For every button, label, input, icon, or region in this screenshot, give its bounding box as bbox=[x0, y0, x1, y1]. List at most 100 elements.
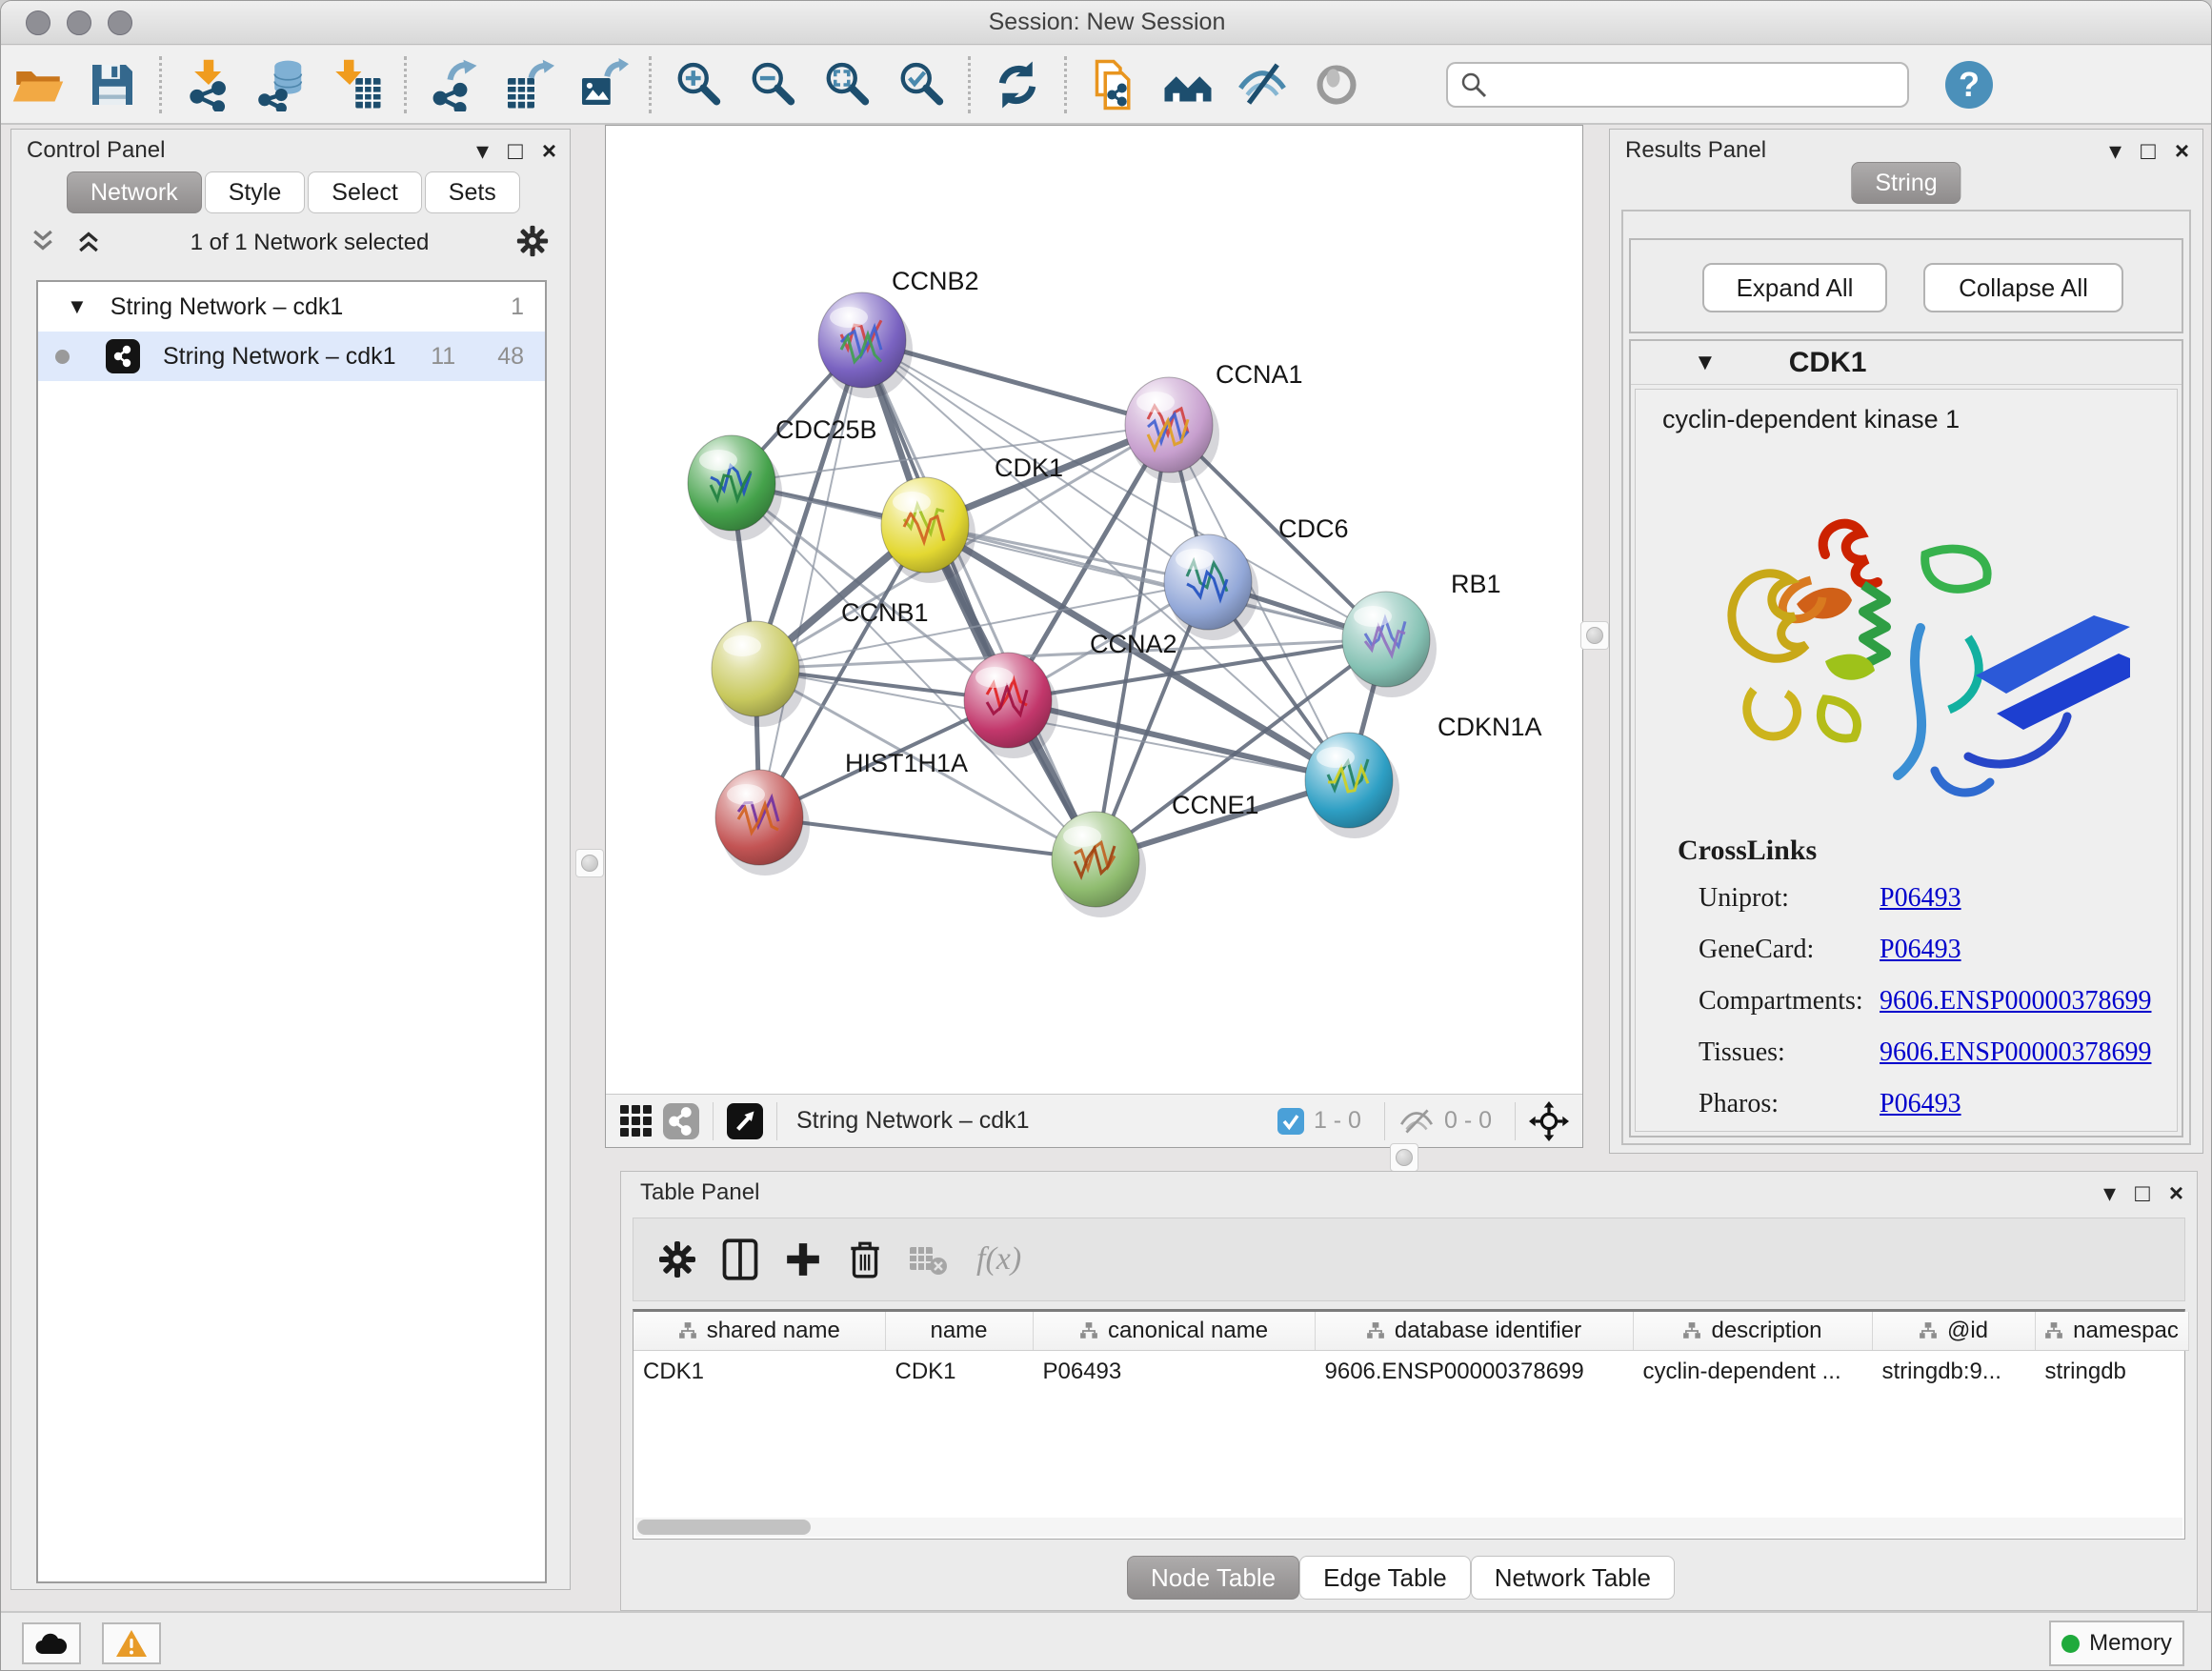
scrollbar-thumb[interactable] bbox=[637, 1520, 811, 1535]
collapse-all-button[interactable]: Collapse All bbox=[1923, 263, 2123, 312]
network-row-selected[interactable]: String Network – cdk1 11 48 bbox=[38, 332, 545, 381]
network-edge[interactable] bbox=[759, 340, 862, 817]
zoom-out-button[interactable] bbox=[741, 53, 804, 116]
tab-sets[interactable]: Sets bbox=[425, 171, 520, 213]
pan-crosshair-icon[interactable] bbox=[1529, 1101, 1569, 1141]
column-header-description[interactable]: description bbox=[1633, 1312, 1872, 1350]
gene-collapse-icon[interactable]: ▼ bbox=[1694, 350, 1717, 376]
import-table-button[interactable] bbox=[326, 53, 389, 116]
cell-description[interactable]: cyclin-dependent ... bbox=[1633, 1350, 1872, 1394]
column-header-name[interactable]: name bbox=[885, 1312, 1033, 1350]
panel-close-icon[interactable]: × bbox=[2175, 138, 2189, 163]
column-header-canonical-name[interactable]: canonical name bbox=[1033, 1312, 1315, 1350]
collapse-all-networks-icon[interactable] bbox=[29, 227, 57, 260]
network-node-ccna2[interactable] bbox=[964, 653, 1052, 748]
network-collection-row[interactable]: ▼ String Network – cdk1 1 bbox=[38, 282, 545, 332]
horizontal-scrollbar[interactable] bbox=[635, 1518, 2182, 1537]
network-edge[interactable] bbox=[759, 817, 1096, 859]
show-panels-button[interactable] bbox=[1305, 53, 1368, 116]
expand-all-button[interactable]: Expand All bbox=[1702, 263, 1887, 312]
open-session-button[interactable] bbox=[7, 53, 70, 116]
cell-database-identifier[interactable]: 9606.ENSP00000378699 bbox=[1315, 1350, 1633, 1394]
cell-id[interactable]: stringdb:9... bbox=[1872, 1350, 2035, 1394]
network-node-ccnb1[interactable] bbox=[712, 621, 799, 716]
cell-shared-name[interactable]: CDK1 bbox=[633, 1350, 885, 1394]
left-splitter-handle[interactable] bbox=[575, 849, 604, 877]
column-header-shared-name[interactable]: shared name bbox=[633, 1312, 885, 1350]
search-input[interactable] bbox=[1488, 70, 1896, 99]
delete-column-icon[interactable] bbox=[847, 1238, 883, 1280]
help-button[interactable]: ? bbox=[1945, 61, 1993, 109]
collection-expand-icon[interactable]: ▼ bbox=[67, 294, 88, 319]
export-image-button[interactable] bbox=[571, 53, 633, 116]
cell-canonical-name[interactable]: P06493 bbox=[1033, 1350, 1315, 1394]
network-node-cdkn1a[interactable] bbox=[1305, 733, 1393, 828]
panel-maximize-icon[interactable]: □ bbox=[2135, 1180, 2150, 1205]
refresh-button[interactable] bbox=[986, 53, 1049, 116]
show-columns-icon[interactable] bbox=[721, 1238, 759, 1280]
title-bar: Session: New Session bbox=[1, 1, 2212, 45]
panel-float-icon[interactable]: ▾ bbox=[476, 138, 489, 163]
node-label-ccne1: CCNE1 bbox=[1172, 791, 1259, 819]
zoom-in-button[interactable] bbox=[667, 53, 730, 116]
network-node-ccne1[interactable] bbox=[1052, 812, 1139, 907]
export-network-button[interactable] bbox=[422, 53, 485, 116]
add-column-icon[interactable] bbox=[784, 1240, 822, 1278]
column-header-id[interactable]: @id bbox=[1872, 1312, 2035, 1350]
crosslink-link[interactable]: P06493 bbox=[1880, 1089, 1961, 1119]
cell-namespace[interactable]: stringdb bbox=[2035, 1350, 2188, 1394]
hidden-eye-icon[interactable] bbox=[1398, 1107, 1435, 1136]
tab-edge-table[interactable]: Edge Table bbox=[1299, 1556, 1471, 1600]
table-options-gear-icon[interactable] bbox=[658, 1240, 696, 1278]
panel-maximize-icon[interactable]: □ bbox=[508, 138, 523, 163]
open-folder-icon bbox=[11, 58, 65, 111]
save-session-button[interactable] bbox=[81, 53, 144, 116]
toolbar-separator bbox=[776, 1102, 777, 1140]
gene-header-row[interactable]: ▼ CDK1 bbox=[1631, 341, 2182, 385]
zoom-fit-button[interactable] bbox=[815, 53, 878, 116]
crosslink-link[interactable]: P06493 bbox=[1880, 935, 1961, 965]
grid-view-icon[interactable] bbox=[619, 1104, 654, 1138]
tab-network-table[interactable]: Network Table bbox=[1471, 1556, 1675, 1600]
export-table-button[interactable] bbox=[496, 53, 559, 116]
bottom-splitter-handle[interactable] bbox=[1390, 1143, 1418, 1172]
tab-style[interactable]: Style bbox=[205, 171, 306, 213]
network-edge[interactable] bbox=[1008, 700, 1349, 780]
import-network-button[interactable] bbox=[177, 53, 240, 116]
selected-checkbox-icon[interactable] bbox=[1277, 1108, 1304, 1135]
home-button[interactable] bbox=[1156, 53, 1219, 116]
panel-float-icon[interactable]: ▾ bbox=[2109, 138, 2122, 163]
panel-float-icon[interactable]: ▾ bbox=[2103, 1180, 2116, 1205]
table-row[interactable]: CDK1 CDK1 P06493 9606.ENSP00000378699 cy… bbox=[633, 1350, 2188, 1394]
column-header-database-identifier[interactable]: database identifier bbox=[1315, 1312, 1633, 1350]
string-view-icon[interactable] bbox=[663, 1103, 699, 1139]
network-node-ccnb2[interactable] bbox=[818, 292, 906, 388]
expand-collapse-bar: Expand All Collapse All bbox=[1629, 238, 2183, 333]
crosslink-link[interactable]: 9606.ENSP00000378699 bbox=[1880, 1037, 2151, 1068]
open-in-browser-button[interactable] bbox=[1082, 53, 1145, 116]
crosslinks-section: CrossLinks Uniprot: P06493 GeneCard: P06… bbox=[1636, 835, 2177, 1130]
right-splitter-handle[interactable] bbox=[1580, 621, 1609, 650]
tab-node-table[interactable]: Node Table bbox=[1127, 1556, 1299, 1600]
network-node-rb1[interactable] bbox=[1342, 592, 1430, 687]
panel-close-icon[interactable]: × bbox=[2169, 1180, 2183, 1205]
expand-all-networks-icon[interactable] bbox=[74, 227, 103, 260]
cloud-status-button[interactable] bbox=[22, 1622, 81, 1664]
cell-name[interactable]: CDK1 bbox=[885, 1350, 1033, 1394]
column-header-namespace[interactable]: namespac bbox=[2035, 1312, 2188, 1350]
memory-button[interactable]: Memory bbox=[2049, 1621, 2184, 1666]
tab-network[interactable]: Network bbox=[67, 171, 202, 213]
tab-string[interactable]: String bbox=[1851, 162, 1961, 204]
warnings-button[interactable] bbox=[102, 1622, 161, 1664]
birds-eye-view-icon[interactable] bbox=[727, 1103, 763, 1139]
network-canvas[interactable]: CCNB2CCNA1CDC25BCDK1CDC6RB1CCNB1CCNA2CDK… bbox=[606, 126, 1582, 1094]
crosslink-link[interactable]: P06493 bbox=[1880, 883, 1961, 914]
panel-close-icon[interactable]: × bbox=[542, 138, 556, 163]
tab-select[interactable]: Select bbox=[308, 171, 421, 213]
crosslink-link[interactable]: 9606.ENSP00000378699 bbox=[1880, 986, 2151, 1017]
panel-maximize-icon[interactable]: □ bbox=[2141, 138, 2156, 163]
network-options-gear-icon[interactable] bbox=[516, 225, 549, 262]
zoom-selected-button[interactable] bbox=[890, 53, 953, 116]
hide-panels-button[interactable] bbox=[1231, 53, 1294, 116]
import-database-button[interactable] bbox=[251, 53, 314, 116]
